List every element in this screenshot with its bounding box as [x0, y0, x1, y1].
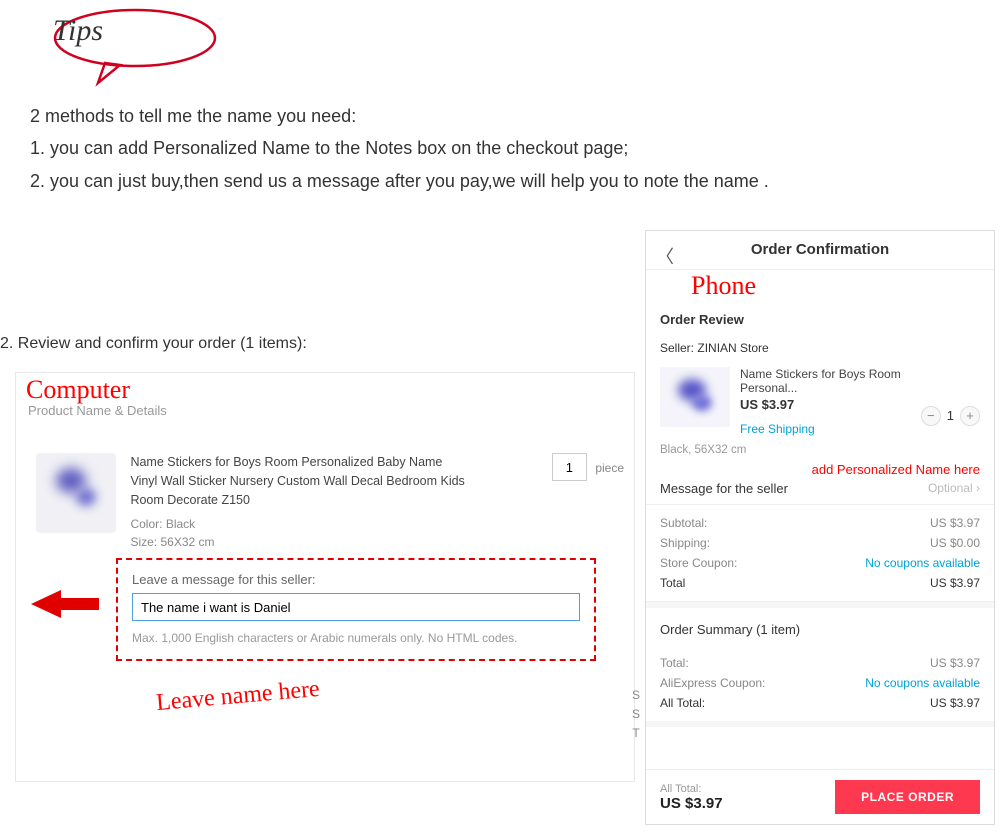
subtotal-value: US $3.97: [930, 516, 980, 530]
product-thumbnail: [36, 453, 116, 533]
os-ali-label: AliExpress Coupon:: [660, 676, 765, 690]
page-title: Order Confirmation: [751, 241, 889, 258]
instruction-line: 2 methods to tell me the name you need:: [30, 100, 769, 132]
coupon-value[interactable]: No coupons available: [865, 556, 980, 570]
product-attributes: Black, 56X32 cm: [646, 444, 994, 462]
os-ali-value[interactable]: No coupons available: [865, 676, 980, 690]
phone-product-row: Name Stickers for Boys Room Personal... …: [646, 361, 994, 444]
phone-annotation: Phone: [691, 271, 756, 301]
footer-bar: All Total: US $3.97 PLACE ORDER: [646, 769, 994, 824]
quantity-stepper: − 1 +: [921, 395, 980, 436]
product-name: Name Stickers for Boys Room Personalized…: [130, 453, 470, 509]
os-all-value: US $3.97: [930, 696, 980, 710]
instruction-line: 1. you can add Personalized Name to the …: [30, 132, 769, 164]
instruction-line: 2. you can just buy,then send us a messa…: [30, 165, 769, 197]
computer-checkout-panel: Computer Product Name & Details Name Sti…: [15, 372, 635, 782]
optional-label: Optional ›: [928, 481, 980, 496]
cutoff-letters: S S T: [632, 686, 640, 744]
os-all-label: All Total:: [660, 696, 705, 710]
quantity-unit: piece: [595, 461, 624, 475]
place-order-button[interactable]: PLACE ORDER: [835, 780, 980, 814]
review-step-header: 2. Review and confirm your order (1 item…: [0, 335, 307, 353]
coupon-label: Store Coupon:: [660, 556, 737, 570]
seller-row: Seller: ZINIAN Store: [646, 331, 994, 361]
product-info: Name Stickers for Boys Room Personalized…: [130, 453, 470, 551]
footer-all-value: US $3.97: [660, 795, 723, 812]
quantity-input[interactable]: [552, 453, 587, 481]
shipping-text: Free Shipping: [740, 422, 911, 436]
order-summary-title: Order Summary (1 item): [646, 608, 994, 645]
qty-plus-button[interactable]: +: [960, 406, 980, 426]
seller-label: Seller:: [660, 341, 694, 355]
computer-annotation: Computer: [26, 375, 130, 405]
message-seller-row[interactable]: Message for the seller Optional ›: [646, 477, 994, 505]
order-summary: Total: US $3.97 AliExpress Coupon: No coup…: [646, 645, 994, 721]
shipping-value: US $0.00: [930, 536, 980, 550]
os-total-value: US $3.97: [930, 656, 980, 670]
product-name: Name Stickers for Boys Room Personal...: [740, 367, 911, 395]
arrow-icon: [31, 588, 101, 625]
message-hint: Max. 1,000 English characters or Arabic …: [132, 631, 580, 645]
seller-name: ZINIAN Store: [697, 341, 768, 355]
back-icon[interactable]: 〈: [656, 243, 674, 269]
total-value: US $3.97: [930, 576, 980, 590]
leave-name-annotation: Leave name here: [155, 676, 321, 717]
product-row: Name Stickers for Boys Room Personalized…: [36, 453, 626, 551]
footer-all-label: All Total:: [660, 783, 723, 795]
product-price: US $3.97: [740, 397, 911, 412]
seller-message-box: Leave a message for this seller: Max. 1,…: [116, 558, 596, 661]
product-thumbnail: [660, 367, 730, 427]
phone-checkout-panel: 〈 Order Confirmation Phone Order Review …: [645, 230, 995, 825]
add-name-annotation: add Personalized Name here: [646, 462, 994, 477]
size-label: Size:: [130, 535, 157, 549]
message-seller-label: Message for the seller: [660, 481, 788, 496]
qty-value: 1: [947, 408, 954, 423]
os-total-label: Total:: [660, 656, 689, 670]
phone-header: 〈 Order Confirmation: [646, 231, 994, 270]
total-label: Total: [660, 576, 685, 590]
subtotal-label: Subtotal:: [660, 516, 707, 530]
divider: [646, 721, 994, 727]
qty-minus-button[interactable]: −: [921, 406, 941, 426]
price-summary: Subtotal: US $3.97 Shipping: US $0.00 Stor…: [646, 505, 994, 602]
instructions-block: 2 methods to tell me the name you need: …: [30, 100, 769, 197]
tips-label: Tips: [53, 14, 103, 48]
color-label: Color:: [130, 517, 162, 531]
quantity-box: piece: [552, 453, 624, 481]
size-value: 56X32 cm: [160, 535, 214, 549]
seller-message-input[interactable]: [132, 593, 580, 621]
message-label: Leave a message for this seller:: [132, 572, 580, 587]
panel-subtitle: Product Name & Details: [28, 403, 167, 418]
color-value: Black: [166, 517, 195, 531]
shipping-label: Shipping:: [660, 536, 710, 550]
